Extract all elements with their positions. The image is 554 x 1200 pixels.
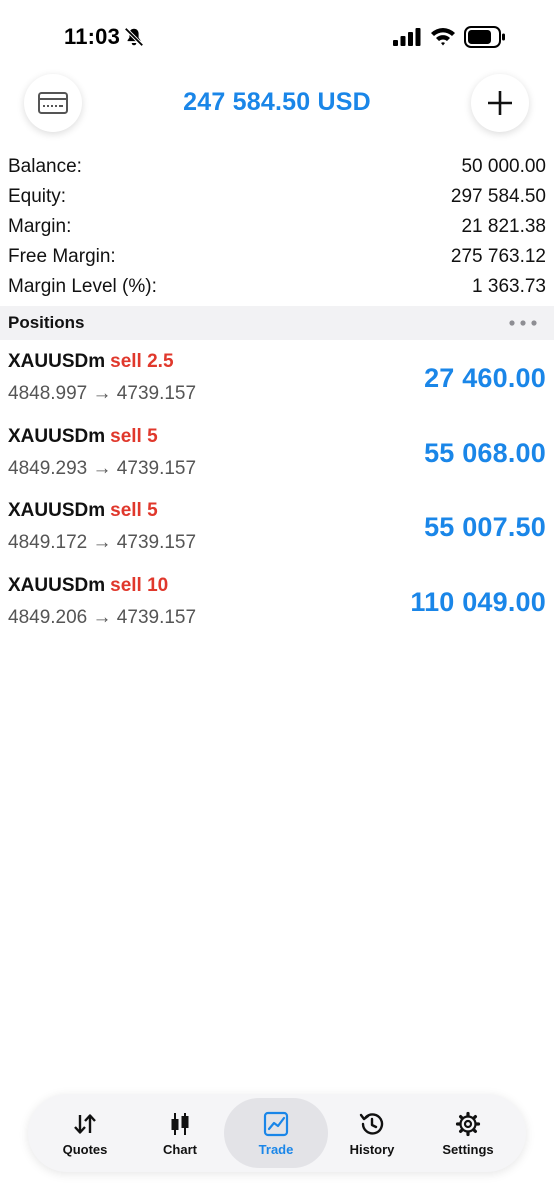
status-bar: 11:03: [0, 0, 554, 70]
trade-chart-icon: [263, 1111, 289, 1136]
summary-label: Margin Level (%):: [8, 276, 157, 297]
position-profit: 110 049.00: [410, 586, 546, 617]
wifi-icon: [431, 28, 455, 46]
tab-trade[interactable]: Trade: [224, 1098, 328, 1168]
summary-value: 275 763.12: [450, 246, 546, 267]
positions-title: Positions: [8, 313, 85, 332]
position-title: XAUUSDm sell 5: [8, 500, 158, 522]
history-clock-icon: [359, 1112, 384, 1135]
positions-section-header: Positions: [0, 306, 554, 340]
cellular-signal-icon: [393, 28, 421, 46]
tab-history[interactable]: History: [320, 1098, 424, 1168]
status-time: 11:03: [64, 24, 121, 49]
position-side: sell 2.5: [110, 351, 174, 372]
summary-row-balance: Balance: 50 000.00: [0, 152, 554, 182]
position-side: sell 10: [110, 574, 169, 596]
summary-value: 297 584.50: [450, 186, 546, 207]
account-summary: Balance: 50 000.00 Equity: 297 584.50 Ma…: [0, 152, 554, 302]
position-title: XAUUSDm sell 10: [8, 575, 168, 597]
position-prices: 4849.172 → 4739.157: [8, 532, 197, 553]
position-row[interactable]: XAUUSDm sell 5 4849.293 → 4739.157 55 068…: [0, 420, 554, 495]
account-header: 247 584.50 USD: [0, 74, 554, 136]
position-profit: 55 007.50: [424, 512, 546, 542]
summary-label: Balance:: [8, 156, 82, 177]
summary-row-margin-level: Margin Level (%): 1 363.73: [0, 272, 554, 302]
position-title: XAUUSDm sell 5: [8, 426, 158, 448]
tab-chart[interactable]: Chart: [128, 1098, 232, 1168]
summary-value: 21 821.38: [461, 216, 546, 237]
position-symbol: XAUUSDm: [8, 500, 106, 521]
position-side: sell 5: [110, 500, 158, 521]
quotes-arrows-icon: [74, 1113, 96, 1134]
position-prices: 4848.997 → 4739.157: [8, 383, 197, 404]
bottom-tab-bar: Quotes Chart Trade History Settings: [28, 1094, 526, 1172]
plus-icon: [488, 91, 512, 115]
candlestick-icon: [171, 1112, 189, 1135]
tab-label: Trade: [258, 1141, 294, 1157]
position-title: XAUUSDm sell 2.5: [8, 351, 174, 373]
position-profit: 27 460.00: [424, 363, 546, 393]
position-symbol: XAUUSDm: [8, 425, 106, 447]
tab-label: Quotes: [62, 1141, 108, 1157]
position-row[interactable]: XAUUSDm sell 2.5 4848.997 → 4739.157 27 4…: [0, 345, 554, 420]
position-symbol: XAUUSDm: [8, 351, 106, 372]
new-order-button[interactable]: [471, 74, 529, 132]
tab-settings[interactable]: Settings: [416, 1098, 520, 1168]
more-dots-icon[interactable]: [508, 318, 538, 328]
summary-label: Margin:: [8, 216, 72, 237]
gear-icon: [455, 1111, 481, 1136]
battery-icon: [464, 26, 505, 48]
positions-list: XAUUSDm sell 2.5 4848.997 → 4739.157 27 4…: [0, 345, 554, 643]
bell-muted-icon: [124, 27, 144, 47]
summary-label: Equity:: [8, 186, 67, 207]
summary-value: 50 000.00: [461, 156, 546, 177]
position-side: sell 5: [110, 425, 158, 447]
tab-label: History: [349, 1141, 395, 1157]
summary-value: 1 363.73: [472, 276, 546, 297]
summary-row-equity: Equity: 297 584.50: [0, 182, 554, 212]
position-profit: 55 068.00: [424, 437, 546, 468]
tab-label: Chart: [163, 1141, 197, 1157]
position-row[interactable]: XAUUSDm sell 5 4849.172 → 4739.157 55 007…: [0, 494, 554, 569]
summary-row-margin: Margin: 21 821.38: [0, 212, 554, 242]
position-prices: 4849.293 → 4739.157: [8, 457, 197, 479]
tab-label: Settings: [442, 1141, 494, 1157]
tab-quotes[interactable]: Quotes: [33, 1098, 137, 1168]
position-row[interactable]: XAUUSDm sell 10 4849.206 → 4739.157 110 0…: [0, 569, 554, 644]
summary-row-free-margin: Free Margin: 275 763.12: [0, 242, 554, 272]
position-prices: 4849.206 → 4739.157: [8, 606, 197, 628]
position-symbol: XAUUSDm: [8, 574, 106, 596]
summary-label: Free Margin:: [8, 246, 116, 267]
